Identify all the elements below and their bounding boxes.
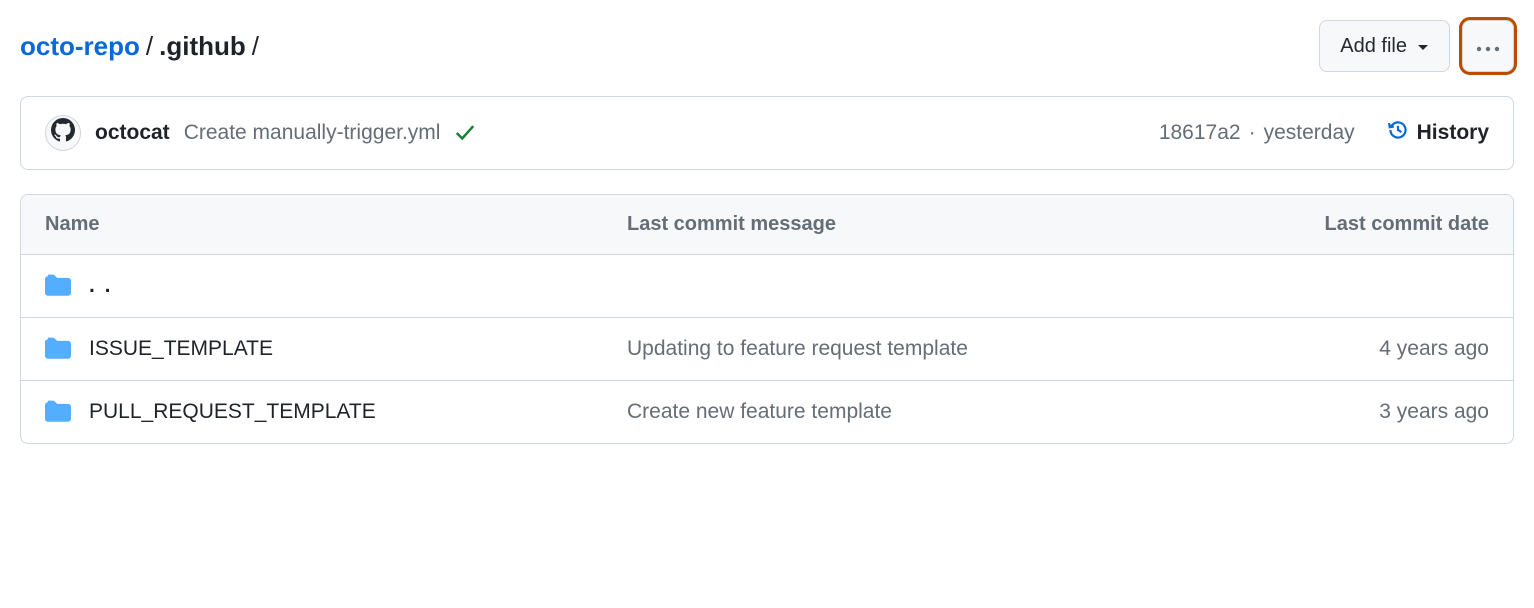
history-icon	[1387, 119, 1409, 147]
breadcrumb-trailing-separator: /	[252, 31, 259, 62]
file-table: Name Last commit message Last commit dat…	[20, 194, 1514, 444]
header-actions: Add file	[1319, 20, 1514, 72]
history-label: History	[1417, 121, 1489, 145]
header-row: octo-repo / .github / Add file	[20, 20, 1514, 72]
row-name[interactable]: PULL_REQUEST_TEMPLATE	[89, 400, 376, 424]
avatar[interactable]	[45, 115, 81, 151]
row-message[interactable]: Create new feature template	[627, 400, 1209, 424]
row-name-cell: ISSUE_TEMPLATE	[45, 336, 627, 362]
row-name-cell: PULL_REQUEST_TEMPLATE	[45, 399, 627, 425]
table-row[interactable]: PULL_REQUEST_TEMPLATE Create new feature…	[21, 381, 1513, 443]
commit-sep: ·	[1249, 121, 1256, 145]
commit-card-left: octocat Create manually-trigger.yml	[45, 115, 476, 151]
breadcrumb-separator: /	[146, 31, 153, 62]
kebab-horizontal-icon	[1476, 35, 1500, 58]
add-file-label: Add file	[1340, 35, 1407, 58]
caret-down-icon	[1417, 35, 1429, 58]
folder-icon	[45, 273, 71, 299]
check-icon[interactable]	[454, 122, 476, 144]
row-name[interactable]: ISSUE_TEMPLATE	[89, 337, 273, 361]
row-message[interactable]: Updating to feature request template	[627, 337, 1209, 361]
add-file-button[interactable]: Add file	[1319, 20, 1450, 72]
row-date: 3 years ago	[1209, 400, 1489, 424]
more-actions-button[interactable]	[1462, 20, 1514, 72]
column-header-name: Name	[45, 213, 627, 236]
breadcrumb: octo-repo / .github /	[20, 31, 259, 62]
latest-commit-card: octocat Create manually-trigger.yml 1861…	[20, 96, 1514, 170]
column-header-date: Last commit date	[1209, 213, 1489, 236]
commit-card-right: 18617a2 · yesterday History	[1159, 119, 1489, 147]
commit-sha[interactable]: 18617a2	[1159, 121, 1241, 145]
table-row-parent[interactable]: . .	[21, 255, 1513, 318]
parent-dir-label: . .	[89, 274, 113, 298]
commit-message[interactable]: Create manually-trigger.yml	[184, 121, 441, 145]
commit-author[interactable]: octocat	[95, 121, 170, 145]
octocat-icon	[51, 118, 75, 148]
commit-when: yesterday	[1264, 121, 1355, 145]
row-date: 4 years ago	[1209, 337, 1489, 361]
breadcrumb-repo-link[interactable]: octo-repo	[20, 31, 140, 62]
history-link[interactable]: History	[1387, 119, 1489, 147]
breadcrumb-folder: .github	[159, 31, 246, 62]
folder-icon	[45, 399, 71, 425]
folder-icon	[45, 336, 71, 362]
table-row[interactable]: ISSUE_TEMPLATE Updating to feature reque…	[21, 318, 1513, 381]
column-header-message: Last commit message	[627, 213, 1209, 236]
more-button-highlight	[1462, 20, 1514, 72]
parent-dir-cell: . .	[45, 273, 627, 299]
table-header: Name Last commit message Last commit dat…	[21, 195, 1513, 255]
